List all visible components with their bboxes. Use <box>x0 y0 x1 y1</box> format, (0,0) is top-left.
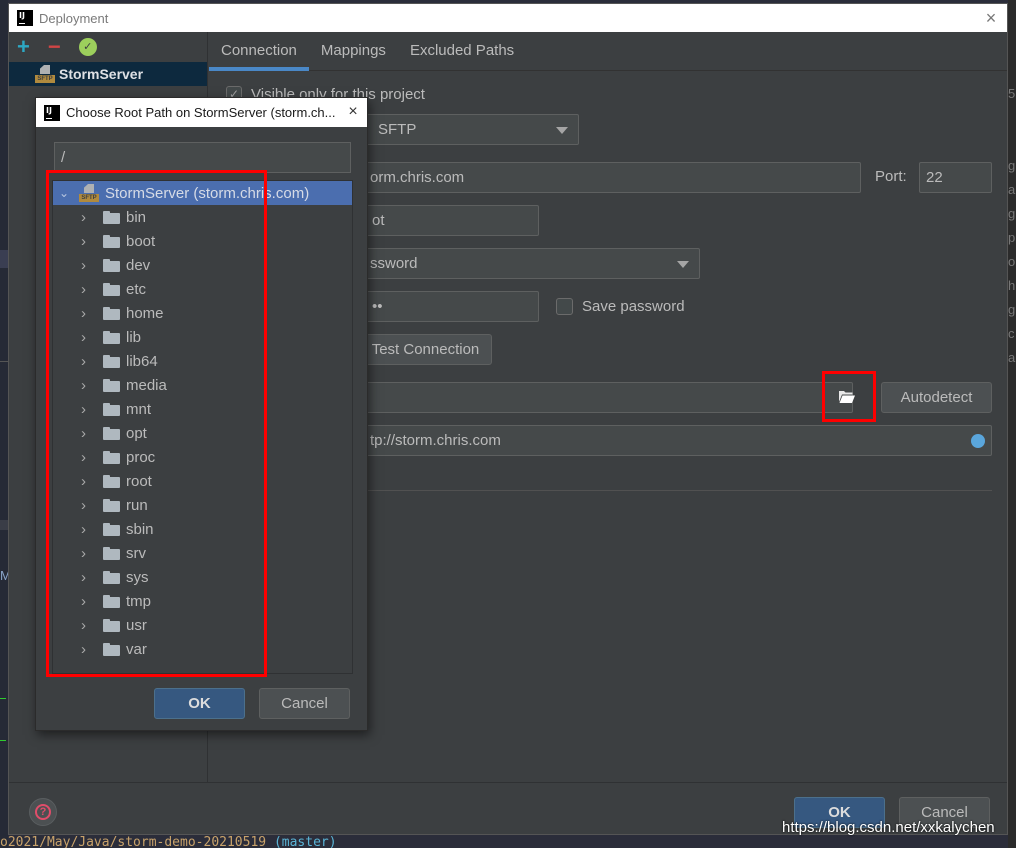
remove-server-button[interactable]: − <box>48 36 61 58</box>
chooser-title: Choose Root Path on StormServer (storm.c… <box>66 105 336 120</box>
close-icon[interactable]: × <box>343 102 363 122</box>
background-text: a <box>1008 182 1016 197</box>
background-text: o <box>1008 254 1016 269</box>
open-in-browser-globe-icon[interactable] <box>971 434 985 448</box>
save-password-checkbox[interactable] <box>556 298 573 315</box>
auth-type-select[interactable]: ssword <box>359 248 700 279</box>
chooser-cancel-label: Cancel <box>281 695 328 712</box>
background-ide-left: M <box>0 0 11 848</box>
web-url-value: tp://storm.chris.com <box>370 432 501 449</box>
test-connection-button[interactable]: Test Connection <box>359 334 492 365</box>
host-value: orm.chris.com <box>370 169 465 186</box>
background-text: a <box>1008 350 1016 365</box>
set-default-server-button[interactable]: ✓ <box>78 38 97 56</box>
background-text: g <box>1008 206 1016 221</box>
terminal-prompt: o2021/May/Java/storm-demo-20210519 (mast… <box>0 836 1016 848</box>
background-selection <box>0 250 8 268</box>
chooser-ok-button[interactable]: OK <box>154 688 245 719</box>
tab-mappings[interactable]: Mappings <box>309 32 398 70</box>
chooser-titlebar[interactable]: IJ Choose Root Path on StormServer (stor… <box>36 98 367 127</box>
username-value: ot <box>372 212 385 229</box>
server-toolbar: + − ✓ <box>9 32 207 62</box>
highlight-box-tree <box>46 170 267 677</box>
host-input[interactable]: orm.chris.com <box>359 162 861 193</box>
root-path-input[interactable] <box>359 382 853 413</box>
help-button[interactable]: ? <box>29 798 57 826</box>
watermark: https://blog.csdn.net/xxkalychen <box>782 819 995 836</box>
help-icon: ? <box>35 804 51 820</box>
background-selection <box>0 520 8 530</box>
chooser-ok-label: OK <box>188 695 211 712</box>
deployment-titlebar[interactable]: IJ Deployment × <box>9 4 1007 32</box>
chooser-cancel-button[interactable]: Cancel <box>259 688 350 719</box>
intellij-logo-icon: IJ <box>44 104 60 121</box>
password-value: •• <box>372 298 383 315</box>
highlight-box-browse <box>822 371 876 422</box>
test-connection-label: Test Connection <box>371 341 480 358</box>
autodetect-label: Autodetect <box>900 389 973 406</box>
add-server-button[interactable]: + <box>17 36 30 58</box>
tab-connection[interactable]: Connection <box>209 32 309 71</box>
autodetect-button[interactable]: Autodetect <box>881 382 992 413</box>
port-value: 22 <box>926 169 943 186</box>
background-ide-right: 5 g a g p o h g c a <box>1008 0 1016 848</box>
background-text: g <box>1008 302 1016 317</box>
section-divider <box>359 490 992 491</box>
path-value: / <box>61 149 66 166</box>
footer-divider <box>9 782 1007 783</box>
choose-root-path-dialog: IJ Choose Root Path on StormServer (stor… <box>35 97 368 731</box>
close-icon[interactable]: × <box>981 8 1001 28</box>
port-input[interactable]: 22 <box>919 162 992 193</box>
settings-tabs: Connection Mappings Excluded Paths <box>209 32 1007 71</box>
terminal-path: o2021/May/Java/storm-demo-20210519 <box>0 836 267 848</box>
background-divider <box>0 361 8 362</box>
background-text: p <box>1008 230 1016 245</box>
background-text: 5 <box>1008 86 1016 101</box>
background-marker <box>0 698 6 699</box>
connection-type-select[interactable]: SFTP <box>359 114 579 145</box>
tab-excluded-paths[interactable]: Excluded Paths <box>398 32 526 70</box>
sftp-badge: SFTP <box>35 75 55 83</box>
path-input[interactable]: / <box>54 142 351 173</box>
save-password-label: Save password <box>582 298 685 315</box>
deployment-title: Deployment <box>39 10 109 26</box>
port-label: Port: <box>875 168 907 185</box>
server-name: StormServer <box>59 66 144 82</box>
username-input[interactable]: ot <box>359 205 539 236</box>
auth-type-value: ssword <box>370 255 418 272</box>
password-input[interactable]: •• <box>359 291 539 322</box>
background-text: h <box>1008 278 1016 293</box>
sftp-doc-shape <box>40 65 50 74</box>
background-text: g <box>1008 158 1016 173</box>
server-item-stormserver[interactable]: SFTP StormServer <box>9 62 207 86</box>
sftp-server-icon: SFTP <box>35 65 55 83</box>
intellij-logo-icon: IJ <box>17 10 33 26</box>
background-text: c <box>1008 326 1015 341</box>
terminal-branch: (master) <box>273 836 337 848</box>
connection-type-value: SFTP <box>378 121 417 138</box>
background-marker <box>0 740 6 741</box>
web-url-input[interactable]: tp://storm.chris.com <box>359 425 992 456</box>
